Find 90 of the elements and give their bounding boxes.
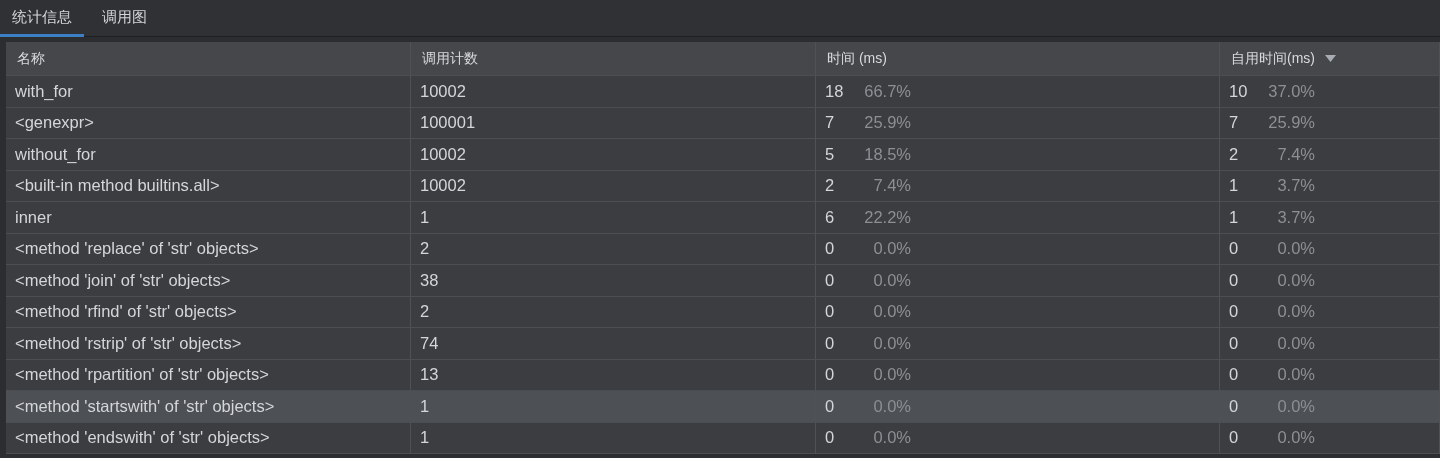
table-row[interactable]: with_for 10002 18 66.7% 10 37.0% <box>6 76 1440 108</box>
own-time-value: 0 <box>1229 239 1240 259</box>
own-time-value: 0 <box>1229 365 1240 385</box>
own-time-percent: 0.0% <box>1276 396 1315 416</box>
own-time-value: 1 <box>1229 176 1240 196</box>
call-count: 10002 <box>420 176 466 196</box>
own-time-percent: 0.0% <box>1276 428 1315 448</box>
call-count: 38 <box>420 270 439 290</box>
own-time-value: 0 <box>1229 428 1240 448</box>
own-time-percent: 37.0% <box>1267 81 1315 101</box>
own-time-percent: 0.0% <box>1276 333 1315 353</box>
time-percent: 22.2% <box>863 207 911 227</box>
column-header[interactable]: 自用时间(ms) <box>1220 42 1440 75</box>
call-count: 10002 <box>420 81 466 101</box>
own-time-value: 1 <box>1229 207 1240 227</box>
column-header[interactable]: 时间 (ms) <box>816 42 1220 75</box>
table-row[interactable]: <built-in method builtins.all> 10002 2 7.4% 1 3.7% <box>6 170 1440 202</box>
function-name: <method 'endswith' of 'str' objects> <box>15 428 270 448</box>
table-row[interactable]: <method 'endswith' of 'str' objects> 1 0 0.0% 0 0.0% <box>6 422 1440 454</box>
function-name: with_for <box>15 81 73 101</box>
function-name: inner <box>15 207 52 227</box>
own-time-percent: 7.4% <box>1276 144 1315 164</box>
table-row[interactable]: <genexpr> 100001 7 25.9% 7 25.9% <box>6 107 1440 139</box>
time-percent: 0.0% <box>872 365 911 385</box>
table-row[interactable]: <method 'rpartition' of 'str' objects> 13 0 0.0% 0 0.0% <box>6 359 1440 391</box>
time-value: 18 <box>825 81 845 101</box>
own-time-percent: 0.0% <box>1276 239 1315 259</box>
table-row[interactable]: <method 'rfind' of 'str' objects> 2 0 0.0% 0 0.0% <box>6 296 1440 328</box>
time-value: 0 <box>825 333 836 353</box>
own-time-value: 0 <box>1229 396 1240 416</box>
own-time-value: 0 <box>1229 302 1240 322</box>
own-time-percent: 0.0% <box>1276 302 1315 322</box>
table-row[interactable]: <method 'join' of 'str' objects> 38 0 0.0% 0 0.0% <box>6 265 1440 297</box>
table-row[interactable]: <method 'startswith' of 'str' objects> 1 0 0.0% 0 0.0% <box>6 391 1440 423</box>
function-name: <method 'rpartition' of 'str' objects> <box>15 365 269 385</box>
time-percent: 0.0% <box>872 428 911 448</box>
call-count: 2 <box>420 239 430 259</box>
time-value: 0 <box>825 365 836 385</box>
function-name: <built-in method builtins.all> <box>15 176 220 196</box>
time-value: 0 <box>825 396 836 416</box>
own-time-value: 7 <box>1229 113 1240 133</box>
time-value: 2 <box>825 176 836 196</box>
table-row[interactable]: <method 'rstrip' of 'str' objects> 74 0 0.0% 0 0.0% <box>6 328 1440 360</box>
own-time-value: 2 <box>1229 144 1240 164</box>
time-percent: 0.0% <box>872 270 911 290</box>
time-percent: 0.0% <box>872 396 911 416</box>
table-row[interactable]: without_for 10002 5 18.5% 2 7.4% <box>6 139 1440 171</box>
function-name: <method 'startswith' of 'str' objects> <box>15 396 275 416</box>
time-percent: 66.7% <box>863 81 911 101</box>
tab[interactable]: 调用图 <box>90 0 159 37</box>
tab[interactable]: 统计信息 <box>0 0 84 37</box>
call-count: 1 <box>420 428 430 448</box>
call-count: 100001 <box>420 113 476 133</box>
call-count: 2 <box>420 302 430 322</box>
function-name: without_for <box>15 144 96 164</box>
own-time-percent: 0.0% <box>1276 365 1315 385</box>
function-name: <method 'replace' of 'str' objects> <box>15 239 259 259</box>
time-percent: 7.4% <box>872 176 911 196</box>
own-time-percent: 3.7% <box>1276 176 1315 196</box>
time-value: 0 <box>825 302 836 322</box>
own-time-value: 10 <box>1229 81 1249 101</box>
own-time-percent: 25.9% <box>1267 113 1315 133</box>
call-count: 13 <box>420 365 439 385</box>
call-count: 1 <box>420 207 430 227</box>
time-percent: 0.0% <box>872 239 911 259</box>
function-name: <method 'join' of 'str' objects> <box>15 270 231 290</box>
time-percent: 0.0% <box>872 302 911 322</box>
time-value: 0 <box>825 239 836 259</box>
own-time-value: 0 <box>1229 333 1240 353</box>
function-name: <genexpr> <box>15 113 94 133</box>
function-name: <method 'rstrip' of 'str' objects> <box>15 333 242 353</box>
own-time-value: 0 <box>1229 270 1240 290</box>
time-percent: 25.9% <box>863 113 911 133</box>
column-header[interactable]: 名称 <box>6 42 411 75</box>
function-name: <method 'rfind' of 'str' objects> <box>15 302 237 322</box>
time-value: 7 <box>825 113 836 133</box>
time-percent: 18.5% <box>863 144 911 164</box>
time-percent: 0.0% <box>872 333 911 353</box>
column-header[interactable]: 调用计数 <box>411 42 816 75</box>
time-value: 5 <box>825 144 836 164</box>
time-value: 0 <box>825 428 836 448</box>
own-time-percent: 3.7% <box>1276 207 1315 227</box>
time-value: 6 <box>825 207 836 227</box>
call-count: 1 <box>420 396 430 416</box>
call-count: 74 <box>420 333 439 353</box>
time-value: 0 <box>825 270 836 290</box>
table-row[interactable]: <method 'replace' of 'str' objects> 2 0 0.0% 0 0.0% <box>6 233 1440 265</box>
own-time-percent: 0.0% <box>1276 270 1315 290</box>
call-count: 10002 <box>420 144 466 164</box>
table-row[interactable]: inner 1 6 22.2% 1 3.7% <box>6 202 1440 234</box>
